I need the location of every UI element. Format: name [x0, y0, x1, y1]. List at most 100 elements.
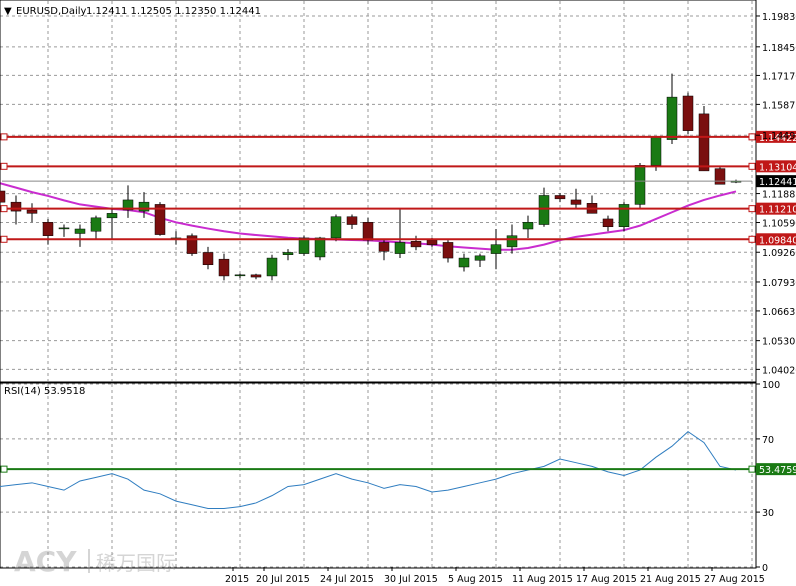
chart-frame: [0, 0, 757, 569]
candle: [682, 92, 694, 134]
line-handle-right[interactable]: [748, 133, 756, 141]
price-line-h3[interactable]: 1.12441: [2, 175, 796, 188]
rsi-axis: 100 70 30 0: [756, 380, 780, 574]
candle-body: [442, 242, 454, 259]
candle-body: [26, 209, 38, 214]
candle-body: [458, 257, 470, 268]
candle: [58, 224, 70, 237]
time-tick-label: 5 Aug 2015: [448, 574, 503, 585]
candle-body: [426, 239, 438, 245]
line-handle-left[interactable]: [0, 133, 8, 141]
price-label-text: 1.11210: [759, 205, 796, 216]
candle: [170, 231, 182, 245]
rsi-level-label: 53.4759: [759, 465, 796, 476]
grid-lines: [0, 1, 756, 568]
line-handle-left[interactable]: [0, 235, 8, 243]
price-line-label: 1.11210: [756, 202, 796, 216]
horizontal-price-lines[interactable]: 1.144221.131041.124411.112101.09840: [0, 130, 796, 246]
line-handle-right[interactable]: [748, 205, 756, 213]
candle-body: [314, 237, 326, 258]
candle: [458, 253, 470, 272]
rsi-tick-label: 0: [762, 563, 768, 574]
candle-body: [298, 237, 310, 254]
symbol-label: EURUSD,Daily: [16, 6, 87, 17]
candle-body: [346, 216, 358, 225]
candle: [346, 214, 358, 229]
candle: [218, 253, 230, 281]
candle-body: [90, 217, 102, 232]
candle-body: [234, 274, 246, 277]
rsi-handle-left[interactable]: [0, 465, 8, 473]
candle: [330, 214, 342, 242]
price-tick-label: 1.11885: [762, 190, 796, 201]
price-tick-label: 1.17170: [762, 71, 796, 82]
candle: [314, 236, 326, 261]
candle-body: [522, 222, 534, 230]
candle: [10, 195, 22, 225]
candle: [490, 229, 502, 270]
line-handle-left[interactable]: [0, 205, 8, 213]
rsi-tick-label: 100: [762, 380, 780, 391]
candle-body: [474, 255, 486, 261]
candle-body: [714, 168, 726, 185]
candle-body: [650, 137, 662, 166]
price-tick-label: 1.19830: [762, 12, 796, 23]
candle-body: [666, 96, 678, 140]
candle-body: [0, 190, 6, 203]
price-line-h2[interactable]: 1.13104: [0, 160, 796, 173]
line-handle-right[interactable]: [748, 235, 756, 243]
price-tick-label: 1.09260: [762, 248, 796, 259]
candle: [74, 224, 86, 247]
candle-body: [602, 218, 614, 228]
time-tick-label: 11 Aug 2015: [512, 574, 573, 585]
candle-body: [698, 113, 710, 172]
price-label-text: 1.13104: [759, 162, 796, 173]
price-line-h4[interactable]: 1.11210: [0, 202, 796, 216]
price-tick-label: 1.10590: [762, 219, 796, 230]
candle-body: [250, 274, 262, 278]
candle-body: [394, 242, 406, 254]
candle: [122, 185, 134, 218]
price-tick-label: 1.18450: [762, 43, 796, 54]
time-tick-label: 30 Jul 2015: [384, 574, 438, 585]
rsi-level-line[interactable]: 53.4759: [0, 463, 796, 476]
candle-body: [378, 242, 390, 252]
candle: [698, 106, 710, 172]
candle-body: [106, 213, 118, 219]
price-tick-label: 1.14495: [762, 131, 796, 142]
candle: [250, 273, 262, 280]
line-handle-left[interactable]: [0, 162, 8, 170]
candle-body: [218, 258, 230, 277]
candle-body: [490, 244, 502, 254]
candle-body: [74, 228, 86, 234]
price-label-text: 1.12441: [759, 177, 796, 188]
candle-body: [682, 95, 694, 131]
chart-svg[interactable]: 1.144221.131041.124411.112101.09840 53.4…: [0, 0, 796, 586]
time-tick-label: 20 Jul 2015: [256, 574, 310, 585]
watermark-brand: ACY: [14, 545, 77, 577]
price-tick-label: 1.04020: [762, 365, 796, 376]
candle-body: [58, 227, 70, 230]
candle-body: [634, 165, 646, 205]
line-handle-right[interactable]: [748, 162, 756, 170]
watermark-cn: 稀万国际: [96, 551, 176, 575]
rsi-tick-label: 70: [762, 435, 774, 446]
time-axis: 2015 20 Jul 2015 24 Jul 2015 30 Jul 2015 5 A…: [225, 567, 765, 585]
candle: [90, 215, 102, 240]
candle-body: [554, 195, 566, 200]
menu-arrow-icon[interactable]: ▼: [4, 6, 12, 17]
candle-body: [538, 195, 550, 225]
candle-body: [506, 235, 518, 248]
candle: [394, 208, 406, 259]
acy-watermark: ACY 稀万国际: [14, 545, 176, 577]
chart-window: { "header": { "symbol_text": "EURUSD,Dai…: [0, 0, 796, 586]
candle-body: [570, 199, 582, 205]
rsi-label: RSI(14) 53.9518: [4, 386, 85, 397]
time-tick-label: 2015: [225, 574, 249, 585]
candle: [282, 249, 294, 261]
candle: [570, 188, 582, 209]
price-line-label: 1.12441: [756, 175, 796, 188]
candle: [410, 235, 422, 251]
candle-body: [42, 222, 54, 236]
rsi-handle-right[interactable]: [748, 465, 756, 473]
